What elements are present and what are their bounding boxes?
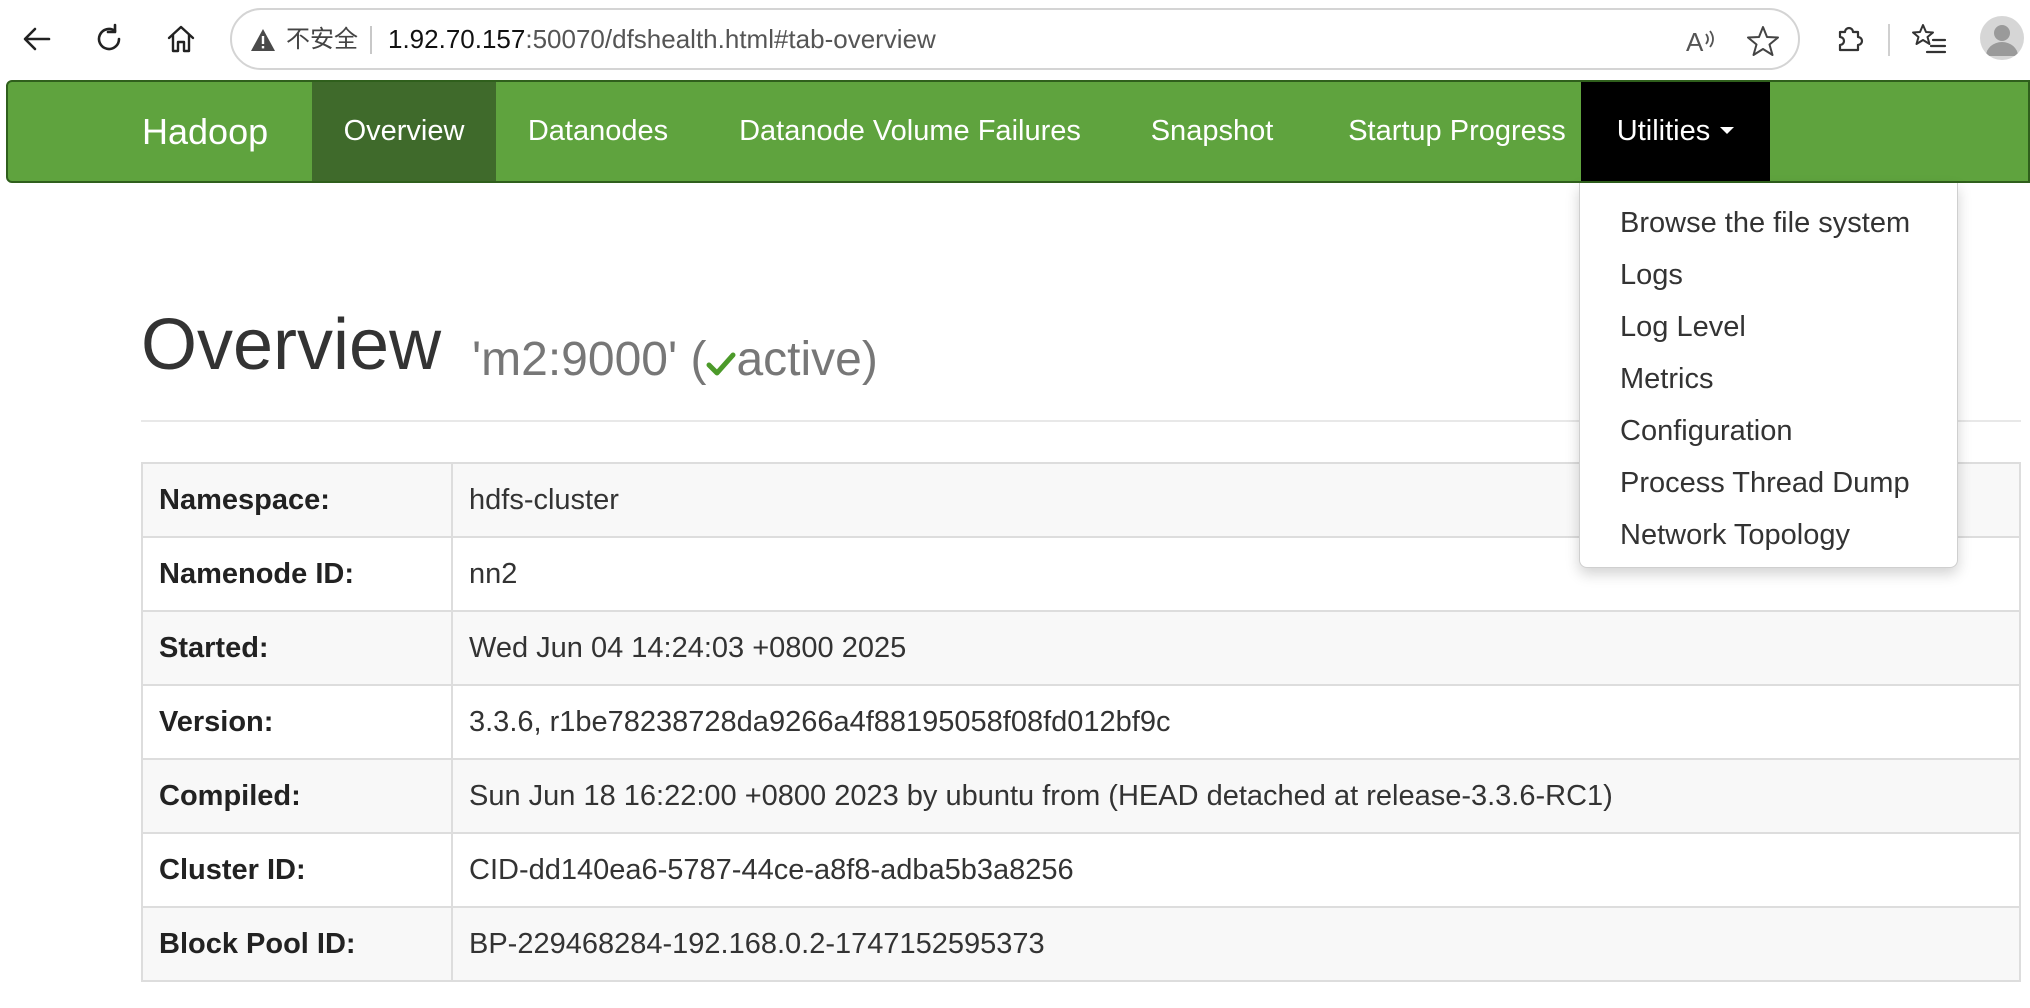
menu-item-metrics[interactable]: Metrics — [1580, 353, 1957, 405]
row-value-compiled: Sun Jun 18 16:22:00 +0800 2023 by ubuntu… — [451, 758, 2021, 834]
browser-toolbar: 不安全 1.92.70.157:50070/dfshealth.html#tab… — [0, 0, 2030, 78]
reload-button[interactable] — [86, 16, 132, 62]
security-status-label[interactable]: 不安全 — [286, 22, 358, 56]
read-aloud-icon: A — [1686, 27, 1714, 57]
read-aloud-button[interactable]: A — [1682, 22, 1720, 60]
check-icon — [706, 324, 736, 404]
paren-open: ( — [690, 333, 707, 386]
row-key-version: Version: — [141, 684, 453, 760]
utilities-menu: Browse the file system Logs Log Level Me… — [1579, 183, 1958, 568]
favorites-button[interactable] — [1906, 16, 1952, 62]
reload-icon — [97, 23, 121, 51]
warning-icon[interactable] — [250, 27, 276, 57]
nav-overview[interactable]: Overview — [312, 82, 496, 181]
table-row: Compiled: Sun Jun 18 16:22:00 +0800 2023… — [141, 758, 2021, 834]
table-row: Block Pool ID: BP-229468284-192.168.0.2-… — [141, 906, 2021, 982]
row-key-cluster-id: Cluster ID: — [141, 832, 453, 908]
nav-startup-progress[interactable]: Startup Progress — [1314, 82, 1600, 181]
nav-datanode-volume-failures[interactable]: Datanode Volume Failures — [712, 82, 1108, 181]
menu-item-network-topology[interactable]: Network Topology — [1580, 509, 1957, 561]
menu-item-browse-file-system[interactable]: Browse the file system — [1580, 197, 1957, 249]
menu-item-logs[interactable]: Logs — [1580, 249, 1957, 301]
menu-item-configuration[interactable]: Configuration — [1580, 405, 1957, 457]
url-text[interactable]: 1.92.70.157:50070/dfshealth.html#tab-ove… — [388, 22, 936, 56]
table-row: Cluster ID: CID-dd140ea6-5787-44ce-a8f8-… — [141, 832, 2021, 908]
profile-avatar[interactable] — [1980, 16, 2024, 60]
favorite-star-icon — [1747, 26, 1779, 56]
favorite-button[interactable] — [1744, 22, 1782, 60]
svg-text:A: A — [1686, 27, 1704, 57]
namenode-status: 'm2:9000' ( active) — [472, 320, 878, 404]
nav-datanodes[interactable]: Datanodes — [504, 82, 692, 181]
row-key-namenode-id: Namenode ID: — [141, 536, 453, 612]
favorites-list-icon — [1912, 24, 1947, 54]
menu-item-process-thread-dump[interactable]: Process Thread Dump — [1580, 457, 1957, 509]
address-bar[interactable]: 不安全 1.92.70.157:50070/dfshealth.html#tab… — [230, 8, 1800, 70]
toolbar-divider — [1888, 24, 1890, 56]
paren-close: ) — [861, 333, 878, 386]
home-button[interactable] — [158, 16, 204, 62]
namenode-state: active — [736, 333, 862, 386]
home-icon — [167, 25, 195, 53]
row-key-compiled: Compiled: — [141, 758, 453, 834]
caret-down-icon — [1720, 126, 1735, 134]
row-key-started: Started: — [141, 610, 453, 686]
row-value-cluster-id: CID-dd140ea6-5787-44ce-a8f8-adba5b3a8256 — [451, 832, 2021, 908]
hadoop-navbar: Hadoop Overview Datanodes Datanode Volum… — [6, 80, 2030, 183]
nav-snapshot[interactable]: Snapshot — [1128, 82, 1296, 181]
row-value-block-pool-id: BP-229468284-192.168.0.2-1747152595373 — [451, 906, 2021, 982]
namenode-address: 'm2:9000' — [472, 333, 678, 386]
table-row: Started: Wed Jun 04 14:24:03 +0800 2025 — [141, 610, 2021, 686]
page-title: Overview — [141, 305, 442, 385]
nav-utilities-label: Utilities — [1616, 115, 1711, 147]
address-divider — [370, 26, 372, 54]
extensions-button[interactable] — [1826, 16, 1872, 62]
menu-item-log-level[interactable]: Log Level — [1580, 301, 1957, 353]
table-row: Version: 3.3.6, r1be78238728da9266a4f881… — [141, 684, 2021, 760]
row-value-started: Wed Jun 04 14:24:03 +0800 2025 — [451, 610, 2021, 686]
row-key-namespace: Namespace: — [141, 462, 453, 538]
row-value-version: 3.3.6, r1be78238728da9266a4f88195058f08f… — [451, 684, 2021, 760]
nav-utilities-dropdown[interactable]: Utilities — [1581, 82, 1770, 181]
url-path: :50070/dfshealth.html#tab-overview — [525, 24, 936, 54]
back-icon — [23, 27, 51, 51]
hadoop-brand[interactable]: Hadoop — [142, 82, 268, 181]
row-key-block-pool-id: Block Pool ID: — [141, 906, 453, 982]
url-host: 1.92.70.157 — [388, 24, 526, 54]
back-button[interactable] — [14, 16, 60, 62]
extensions-icon — [1838, 26, 1864, 52]
